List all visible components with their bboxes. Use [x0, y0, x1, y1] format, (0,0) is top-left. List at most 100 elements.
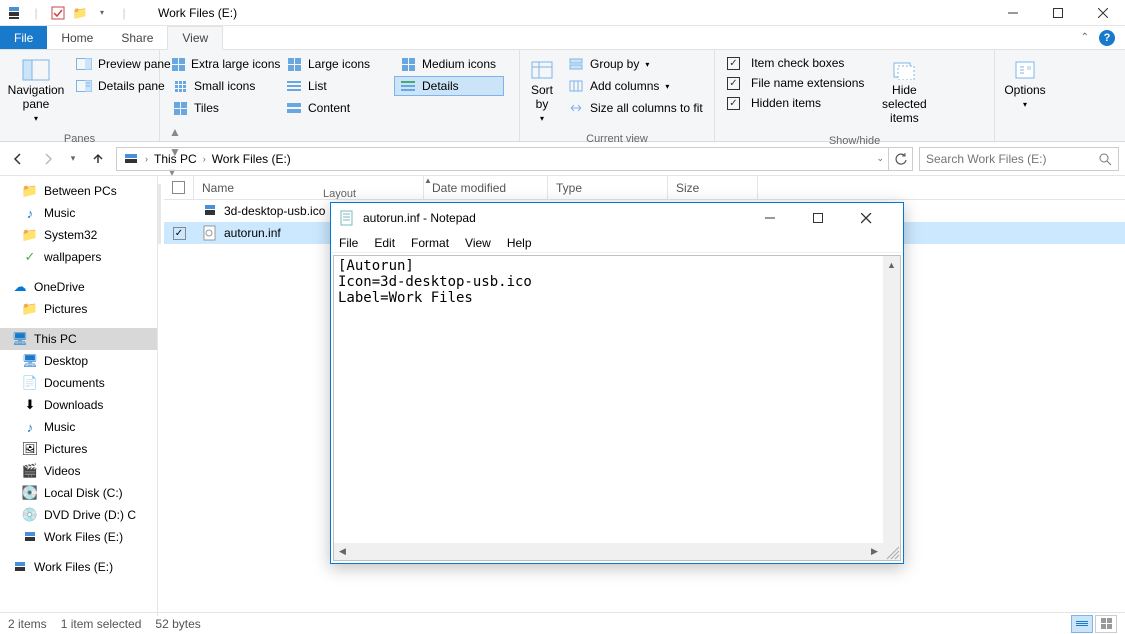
thumbnails-view-toggle[interactable]	[1095, 615, 1117, 633]
tree-dvd-drive[interactable]: 💿DVD Drive (D:) C	[0, 504, 157, 526]
scroll-right-icon[interactable]: ▶	[866, 543, 883, 560]
details-view-toggle[interactable]	[1071, 615, 1093, 633]
tab-share[interactable]: Share	[107, 26, 167, 49]
column-headers: Name Date modified Type Size ▲	[164, 176, 1125, 200]
notepad-icon	[339, 210, 355, 226]
qat-separator: |	[116, 5, 132, 21]
help-icon[interactable]: ?	[1099, 30, 1115, 46]
row-checkbox[interactable]	[173, 205, 186, 218]
chevron-right-icon[interactable]: ›	[145, 154, 148, 164]
column-date[interactable]: Date modified	[424, 176, 548, 199]
large-icons-button[interactable]: Large icons	[280, 54, 390, 74]
column-type[interactable]: Type	[548, 176, 668, 199]
scroll-up-icon[interactable]: ▲	[883, 256, 900, 273]
row-checkbox[interactable]: ✓	[173, 227, 186, 240]
qat-folder-icon[interactable]: 📁	[72, 5, 88, 21]
notepad-menu-bar: File Edit Format View Help	[331, 233, 903, 253]
breadcrumb[interactable]: › This PC › Work Files (E:) ⌄	[116, 147, 889, 171]
notepad-window: autorun.inf - Notepad File Edit Format V…	[330, 202, 904, 564]
breadcrumb-drive-icon[interactable]	[121, 151, 141, 167]
medium-icons-button[interactable]: Medium icons	[394, 54, 504, 74]
navigation-tree[interactable]: 📁Between PCs ♪Music 📁System32 ✓wallpaper…	[0, 176, 158, 616]
search-box[interactable]	[919, 147, 1119, 171]
maximize-button[interactable]	[1035, 0, 1080, 26]
scroll-left-icon[interactable]: ◀	[334, 543, 351, 560]
panes-group-label: Panes	[0, 131, 159, 148]
small-icons-button[interactable]: Small icons	[166, 76, 276, 96]
breadcrumb-work-files[interactable]: Work Files (E:)	[210, 152, 293, 166]
details-view-button[interactable]: Details	[394, 76, 504, 96]
navigation-pane-button[interactable]: Navigation pane ▾	[6, 54, 66, 127]
notepad-maximize-button[interactable]	[813, 213, 841, 224]
tree-this-pc[interactable]: 🖥This PC	[0, 328, 157, 350]
ico-file-icon	[202, 203, 218, 219]
notepad-close-button[interactable]	[861, 213, 889, 224]
qat-checkbox-icon[interactable]	[50, 5, 66, 21]
add-columns-button[interactable]: Add columns ▾	[562, 76, 709, 96]
size-columns-button[interactable]: Size all columns to fit	[562, 98, 709, 118]
tree-music-pc[interactable]: ♪Music	[0, 416, 157, 438]
tree-local-disk-c[interactable]: 💽Local Disk (C:)	[0, 482, 157, 504]
notepad-minimize-button[interactable]	[765, 213, 793, 224]
tree-system32[interactable]: 📁System32	[0, 224, 157, 246]
tree-pictures-pc[interactable]: 🖼Pictures	[0, 438, 157, 460]
chevron-right-icon[interactable]: ›	[203, 154, 206, 164]
qat-dropdown-icon[interactable]: ▾	[94, 5, 110, 21]
up-button[interactable]	[86, 147, 110, 171]
breadcrumb-this-pc[interactable]: This PC	[152, 152, 199, 166]
file-extensions-toggle[interactable]: ✓File name extensions	[721, 74, 870, 92]
hidden-items-toggle[interactable]: ✓Hidden items	[721, 94, 870, 112]
notepad-menu-file[interactable]: File	[339, 236, 358, 250]
extra-large-icons-button[interactable]: Extra large icons	[166, 54, 276, 74]
tiles-button[interactable]: Tiles	[166, 98, 276, 118]
notepad-text-area[interactable]	[334, 256, 883, 560]
window-title: Work Files (E:)	[158, 6, 237, 20]
tree-work-files-e-root[interactable]: Work Files (E:)	[0, 556, 157, 578]
tree-onedrive[interactable]: ☁OneDrive	[0, 276, 157, 298]
column-name[interactable]: Name	[194, 176, 424, 199]
breadcrumb-dropdown-icon[interactable]: ⌄	[876, 153, 884, 164]
tree-desktop[interactable]: 🖥Desktop	[0, 350, 157, 372]
layout-scroll-up-icon[interactable]: ▲	[169, 125, 181, 139]
notepad-menu-view[interactable]: View	[465, 236, 491, 250]
notepad-horizontal-scrollbar[interactable]: ◀ ▶	[334, 543, 883, 560]
minimize-button[interactable]	[990, 0, 1035, 26]
notepad-title-bar[interactable]: autorun.inf - Notepad	[331, 203, 903, 233]
tree-music[interactable]: ♪Music	[0, 202, 157, 224]
search-input[interactable]	[926, 152, 1098, 166]
notepad-vertical-scrollbar[interactable]: ▲ ▼	[883, 256, 900, 560]
refresh-button[interactable]	[889, 147, 913, 171]
tree-videos[interactable]: 🎬Videos	[0, 460, 157, 482]
ribbon-collapse-icon[interactable]: ⌃	[1081, 32, 1089, 43]
notepad-title: autorun.inf - Notepad	[363, 211, 476, 225]
tree-onedrive-pictures[interactable]: 📁Pictures	[0, 298, 157, 320]
search-icon[interactable]	[1098, 152, 1112, 166]
list-button[interactable]: List	[280, 76, 390, 96]
tab-file[interactable]: File	[0, 26, 47, 49]
hide-selected-button[interactable]: Hide selected items	[874, 54, 934, 129]
tab-home[interactable]: Home	[47, 26, 107, 49]
qat-separator: |	[28, 5, 44, 21]
close-button[interactable]	[1080, 0, 1125, 26]
back-button[interactable]	[6, 147, 30, 171]
notepad-resize-grip[interactable]	[883, 543, 900, 560]
column-check[interactable]	[164, 176, 194, 199]
column-size[interactable]: Size	[668, 176, 758, 199]
inf-file-icon	[202, 225, 218, 241]
recent-locations-button[interactable]: ▾	[66, 147, 80, 171]
notepad-menu-edit[interactable]: Edit	[374, 236, 395, 250]
tree-work-files-e[interactable]: Work Files (E:)	[0, 526, 157, 548]
content-button[interactable]: Content	[280, 98, 390, 118]
tree-between-pcs[interactable]: 📁Between PCs	[0, 180, 157, 202]
tree-downloads[interactable]: ⬇Downloads	[0, 394, 157, 416]
item-checkboxes-toggle[interactable]: ✓Item check boxes	[721, 54, 870, 72]
sort-by-button[interactable]: Sort by ▾	[526, 54, 558, 127]
forward-button[interactable]	[36, 147, 60, 171]
group-by-button[interactable]: Group by ▾	[562, 54, 709, 74]
notepad-menu-help[interactable]: Help	[507, 236, 532, 250]
notepad-menu-format[interactable]: Format	[411, 236, 449, 250]
tab-view[interactable]: View	[167, 26, 223, 50]
options-button[interactable]: Options ▾	[1001, 54, 1049, 113]
tree-wallpapers[interactable]: ✓wallpapers	[0, 246, 157, 268]
tree-documents[interactable]: 📄Documents	[0, 372, 157, 394]
